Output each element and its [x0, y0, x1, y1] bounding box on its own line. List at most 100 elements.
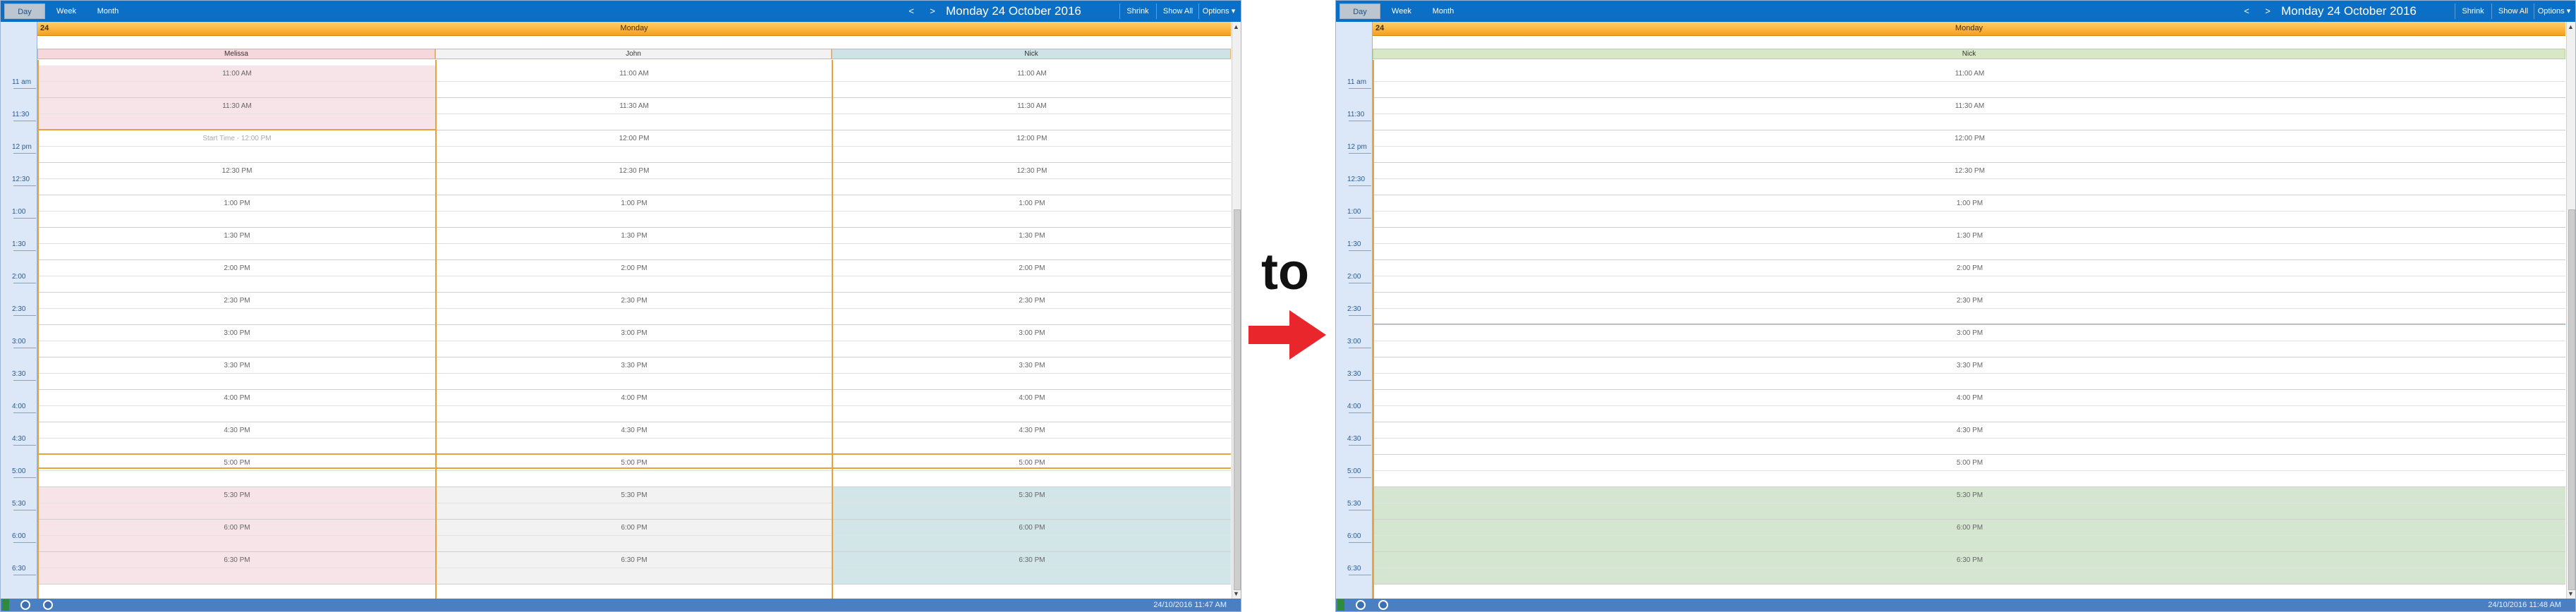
- time-slot[interactable]: 12:00 PM: [833, 130, 1231, 147]
- time-slot[interactable]: 11:00 AM: [39, 66, 435, 82]
- next-day-button[interactable]: >: [2261, 4, 2274, 19]
- time-slot[interactable]: 5:30 PM: [39, 487, 435, 503]
- time-slot[interactable]: [39, 276, 435, 293]
- scroll-up-icon[interactable]: ▲: [2568, 23, 2574, 30]
- time-slot[interactable]: [1374, 536, 2565, 552]
- time-slot[interactable]: 2:30 PM: [39, 293, 435, 309]
- time-slot[interactable]: 6:30 PM: [1374, 552, 2565, 568]
- time-slot[interactable]: [39, 406, 435, 422]
- time-slot[interactable]: [833, 212, 1231, 228]
- time-slot[interactable]: 11:00 AM: [437, 66, 832, 82]
- time-slot[interactable]: [39, 568, 435, 585]
- resource-header-john[interactable]: John: [435, 49, 832, 59]
- time-slot[interactable]: 5:30 PM: [1374, 487, 2565, 503]
- time-slot[interactable]: 1:00 PM: [1374, 195, 2565, 212]
- resource-header-nick[interactable]: Nick: [832, 49, 1231, 59]
- next-day-button[interactable]: >: [926, 4, 939, 19]
- clock-icon[interactable]: [1356, 600, 1366, 610]
- time-slot[interactable]: [1374, 503, 2565, 520]
- time-slot[interactable]: [437, 114, 832, 130]
- time-slot[interactable]: 3:00 PM: [437, 325, 832, 341]
- time-slot[interactable]: [39, 179, 435, 195]
- time-slot[interactable]: [833, 276, 1231, 293]
- time-slot[interactable]: [833, 503, 1231, 520]
- time-slot[interactable]: [1374, 439, 2565, 455]
- time-slot[interactable]: [39, 212, 435, 228]
- time-slot[interactable]: [437, 503, 832, 520]
- time-slot[interactable]: [1374, 471, 2565, 487]
- time-slot[interactable]: Start Time - 12:00 PM: [39, 130, 435, 147]
- time-slot[interactable]: 2:00 PM: [437, 260, 832, 276]
- time-slot[interactable]: [833, 406, 1231, 422]
- time-slot[interactable]: [833, 536, 1231, 552]
- time-slot[interactable]: 1:00 PM: [39, 195, 435, 212]
- time-slot[interactable]: 2:30 PM: [437, 293, 832, 309]
- time-slot[interactable]: [39, 439, 435, 455]
- time-slot[interactable]: [833, 309, 1231, 325]
- resource-column-melissa[interactable]: 11:00 AM 11:30 AM Start Time - 12:00 PM 12:…: [37, 60, 435, 599]
- time-slot[interactable]: [1374, 82, 2565, 98]
- time-slot[interactable]: [833, 341, 1231, 357]
- time-slot[interactable]: 3:00 PM: [833, 325, 1231, 341]
- time-slot[interactable]: 1:30 PM: [833, 228, 1231, 244]
- time-slot[interactable]: [39, 147, 435, 163]
- time-slot[interactable]: 3:00 PM: [1374, 325, 2565, 341]
- time-slot[interactable]: 1:00 PM: [437, 195, 832, 212]
- resource-column-john[interactable]: 11:00 AM 11:30 AM 12:00 PM 12:30 PM 1:00 PM 1…: [435, 60, 832, 599]
- time-slot[interactable]: [39, 471, 435, 487]
- time-slot[interactable]: [437, 179, 832, 195]
- time-slot[interactable]: 12:30 PM: [833, 163, 1231, 179]
- time-slot[interactable]: [437, 82, 832, 98]
- time-slot[interactable]: [39, 374, 435, 390]
- time-slot[interactable]: 6:30 PM: [833, 552, 1231, 568]
- time-slot[interactable]: 4:30 PM: [1374, 422, 2565, 439]
- month-view-button[interactable]: Month: [1425, 4, 1462, 19]
- time-slot[interactable]: [833, 374, 1231, 390]
- time-slot[interactable]: 5:30 PM: [833, 487, 1231, 503]
- time-slot[interactable]: [833, 439, 1231, 455]
- time-slot[interactable]: [1374, 341, 2565, 357]
- time-slot[interactable]: 12:30 PM: [1374, 163, 2565, 179]
- scroll-up-icon[interactable]: ▲: [1233, 23, 1239, 30]
- time-slot[interactable]: 1:30 PM: [39, 228, 435, 244]
- vertical-scrollbar[interactable]: ▲ ▼: [1232, 22, 1241, 599]
- time-slot[interactable]: [437, 471, 832, 487]
- time-slot[interactable]: [437, 309, 832, 325]
- time-slot[interactable]: [39, 341, 435, 357]
- time-slot[interactable]: [437, 374, 832, 390]
- time-slot[interactable]: 6:00 PM: [1374, 520, 2565, 536]
- time-slot[interactable]: [39, 309, 435, 325]
- time-slot[interactable]: 4:00 PM: [833, 390, 1231, 406]
- time-slot[interactable]: [1374, 212, 2565, 228]
- time-slot[interactable]: 1:30 PM: [1374, 228, 2565, 244]
- time-slot[interactable]: [1374, 374, 2565, 390]
- time-slot[interactable]: [833, 179, 1231, 195]
- time-slot[interactable]: 1:30 PM: [437, 228, 832, 244]
- time-slot[interactable]: 4:00 PM: [1374, 390, 2565, 406]
- time-slot[interactable]: [1374, 244, 2565, 260]
- time-slot[interactable]: [1374, 114, 2565, 130]
- options-menu[interactable]: Options ▾: [1201, 4, 1237, 19]
- previous-day-button[interactable]: <: [905, 4, 918, 19]
- time-slot[interactable]: [39, 503, 435, 520]
- show-all-button[interactable]: Show All: [2496, 4, 2531, 19]
- time-slot[interactable]: 4:30 PM: [437, 422, 832, 439]
- time-slot[interactable]: [39, 82, 435, 98]
- time-slot[interactable]: 4:00 PM: [437, 390, 832, 406]
- time-slot[interactable]: [437, 276, 832, 293]
- time-slot[interactable]: 11:00 AM: [1374, 66, 2565, 82]
- time-slot[interactable]: [1374, 309, 2565, 325]
- clock-icon[interactable]: [20, 600, 30, 610]
- time-slot[interactable]: 3:30 PM: [1374, 357, 2565, 374]
- time-slot[interactable]: 4:30 PM: [39, 422, 435, 439]
- time-slot[interactable]: 11:30 AM: [39, 98, 435, 114]
- time-slot[interactable]: 4:30 PM: [833, 422, 1231, 439]
- time-slot[interactable]: 11:30 AM: [437, 98, 832, 114]
- time-slot[interactable]: 6:00 PM: [437, 520, 832, 536]
- time-slot[interactable]: 12:00 PM: [1374, 130, 2565, 147]
- time-slot[interactable]: [1374, 179, 2565, 195]
- resource-column-nick[interactable]: 11:00 AM 11:30 AM 12:00 PM 12:30 PM 1:00 PM 1…: [1373, 60, 2565, 599]
- scroll-thumb[interactable]: [2568, 209, 2575, 590]
- time-slot[interactable]: [1374, 147, 2565, 163]
- options-menu[interactable]: Options ▾: [2536, 4, 2572, 19]
